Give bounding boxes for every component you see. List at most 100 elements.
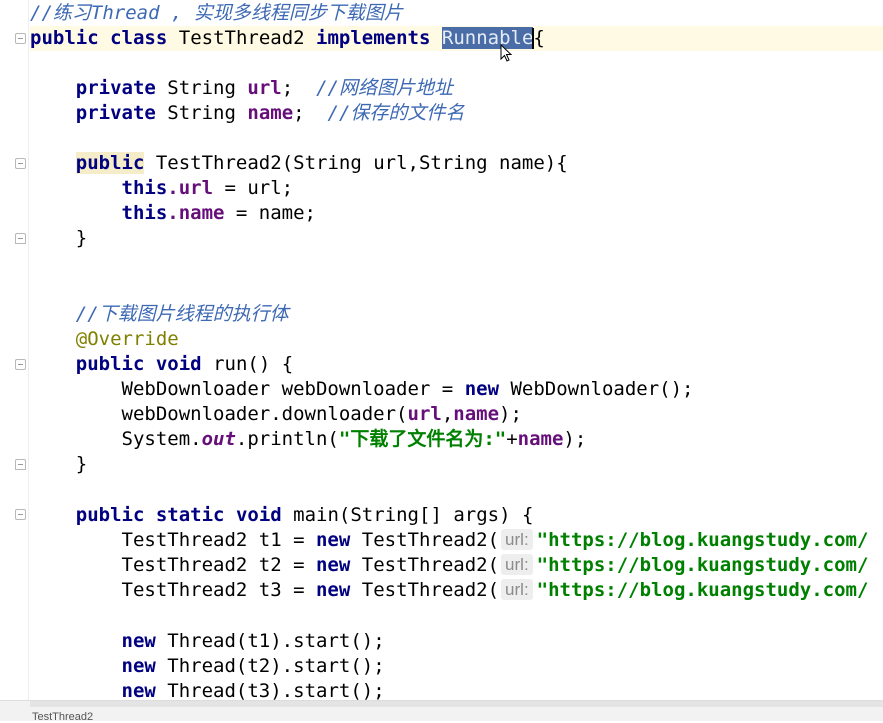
code-line-field-url[interactable]: private String url; //网络图片地址	[30, 76, 883, 101]
assign-text: = name;	[224, 202, 316, 224]
code-line-run-comment[interactable]: //下载图片线程的执行体	[30, 302, 883, 327]
horizontal-scrollbar[interactable]	[30, 701, 883, 707]
code-line-ctor-body-2[interactable]: this.name = name;	[30, 201, 883, 226]
fold-constructor-icon[interactable]	[15, 158, 26, 169]
file-breadcrumb[interactable]: TestThread2	[32, 711, 93, 723]
static-field-out: out	[201, 428, 236, 450]
code-text: WebDownloader();	[510, 378, 694, 400]
code-line-run-body-1[interactable]: WebDownloader webDownloader = new WebDow…	[30, 377, 883, 402]
string-literal: "https://blog.kuangstudy.com/	[536, 529, 869, 551]
comment-run: //下载图片线程的执行体	[75, 303, 289, 325]
fold-main-icon[interactable]	[15, 509, 26, 520]
field-ref-name: name	[517, 428, 564, 450]
assign-text: = url;	[213, 177, 294, 199]
constructor-signature: TestThread2(String url,String name){	[155, 152, 568, 174]
code-text: Thread(t2).start();	[167, 655, 385, 677]
code-line-field-name[interactable]: private String name; //保存的文件名	[30, 101, 883, 126]
param-hint-url: url:	[501, 529, 533, 550]
code-text: );	[499, 403, 522, 425]
constructor-call: TestThread2(	[361, 554, 500, 576]
code-text: TestThread2 t1 =	[121, 529, 316, 551]
kw-new: new	[315, 529, 351, 551]
kw-private: private	[75, 102, 156, 124]
comment-name: //保存的文件名	[327, 102, 465, 124]
string-literal: "https://blog.kuangstudy.com/	[536, 579, 869, 601]
code-text: );	[563, 428, 587, 450]
kw-new: new	[315, 579, 351, 601]
kw-private: private	[75, 77, 156, 99]
code-line-main-t3[interactable]: TestThread2 t3 = new TestThread2(url: "ht…	[30, 578, 883, 603]
code-line-run-close[interactable]: }	[30, 452, 883, 477]
close-brace: }	[75, 453, 88, 475]
string-literal: "下载了文件名为:"	[338, 428, 507, 450]
field-ref-url: url	[407, 403, 442, 425]
comment-url: //网络图片地址	[316, 77, 453, 99]
code-line-start-2[interactable]: new Thread(t2).start();	[30, 654, 883, 679]
code-line-ctor-body-1[interactable]: this.url = url;	[30, 176, 883, 201]
fold-constructor-end-icon[interactable]	[15, 233, 26, 244]
semicolon: ;	[293, 102, 305, 124]
kw-this: this	[121, 202, 168, 224]
type-string: String	[167, 77, 236, 99]
code-line-main-t2[interactable]: TestThread2 t2 = new TestThread2(url: "ht…	[30, 553, 883, 578]
code-line-class-decl[interactable]: public class TestThread2 implements Runn…	[30, 26, 883, 51]
kw-public: public	[75, 353, 145, 375]
code-line-run-signature[interactable]: public void run() {	[30, 352, 883, 377]
code-text: Thread(t1).start();	[167, 630, 385, 652]
kw-void: void	[235, 504, 282, 526]
code-text: TestThread2 t2 =	[121, 554, 316, 576]
fold-run-end-icon[interactable]	[15, 459, 26, 470]
kw-void: void	[155, 353, 202, 375]
kw-new: new	[464, 378, 500, 400]
kw-static: static	[155, 504, 225, 526]
param-hint-url: url:	[501, 554, 533, 575]
string-literal: "https://blog.kuangstudy.com/	[536, 554, 869, 576]
editor-breadcrumb-bar: TestThread2	[0, 700, 883, 723]
plus-operator: +	[506, 428, 518, 450]
selected-text-runnable[interactable]: Runnable	[441, 27, 534, 49]
semicolon: ;	[281, 77, 294, 99]
comment-header: //练习Thread , 实现多线程同步下载图片	[30, 2, 403, 24]
kw-new: new	[121, 655, 156, 677]
code-line-main-t1[interactable]: TestThread2 t1 = new TestThread2(url: "ht…	[30, 528, 883, 553]
code-text: webDownloader.downloader(	[121, 403, 408, 425]
code-editor[interactable]: //练习Thread , 实现多线程同步下载图片 public class Te…	[30, 0, 883, 702]
kw-new: new	[121, 680, 156, 702]
field-ref-name: .name	[167, 202, 225, 224]
kw-implements: implements	[316, 27, 431, 49]
run-signature: run() {	[213, 353, 294, 375]
open-brace: {	[533, 27, 545, 49]
code-text: Thread(t3).start();	[167, 680, 385, 702]
kw-public: public	[30, 27, 99, 49]
code-line-header-comment: //练习Thread , 实现多线程同步下载图片	[30, 1, 883, 26]
type-string: String	[167, 102, 236, 124]
field-ref-name: name	[453, 403, 500, 425]
field-ref-url: .url	[167, 177, 214, 199]
constructor-call: TestThread2(	[361, 579, 500, 601]
code-line-ctor-close[interactable]: }	[30, 226, 883, 251]
kw-new: new	[315, 554, 351, 576]
kw-new: new	[121, 630, 156, 652]
code-line-start-1[interactable]: new Thread(t1).start();	[30, 629, 883, 654]
code-text: TestThread2 t3 =	[121, 579, 316, 601]
comma: ,	[441, 403, 454, 425]
code-text: System.	[121, 428, 202, 450]
editor-gutter[interactable]	[0, 0, 29, 700]
code-line-run-body-3[interactable]: System.out.println("下载了文件名为:"+name);	[30, 427, 883, 452]
fold-class-icon[interactable]	[15, 33, 26, 44]
code-line-main-signature[interactable]: public static void main(String[] args) {	[30, 503, 883, 528]
kw-this: this	[121, 177, 168, 199]
kw-public: public	[75, 504, 145, 526]
code-line-constructor[interactable]: public TestThread2(String url,String nam…	[30, 151, 883, 176]
field-url: url	[247, 77, 282, 99]
fold-run-icon[interactable]	[15, 359, 26, 370]
main-signature: main(String[] args) {	[293, 504, 534, 526]
annotation-override: @Override	[75, 328, 179, 350]
code-line-annotation[interactable]: @Override	[30, 327, 883, 352]
code-text: WebDownloader webDownloader =	[121, 378, 465, 400]
kw-class: class	[110, 27, 168, 49]
code-line-run-body-2[interactable]: webDownloader.downloader(url,name);	[30, 402, 883, 427]
constructor-call: TestThread2(	[361, 529, 500, 551]
close-brace: }	[75, 227, 88, 249]
code-text: .println(	[235, 428, 339, 450]
